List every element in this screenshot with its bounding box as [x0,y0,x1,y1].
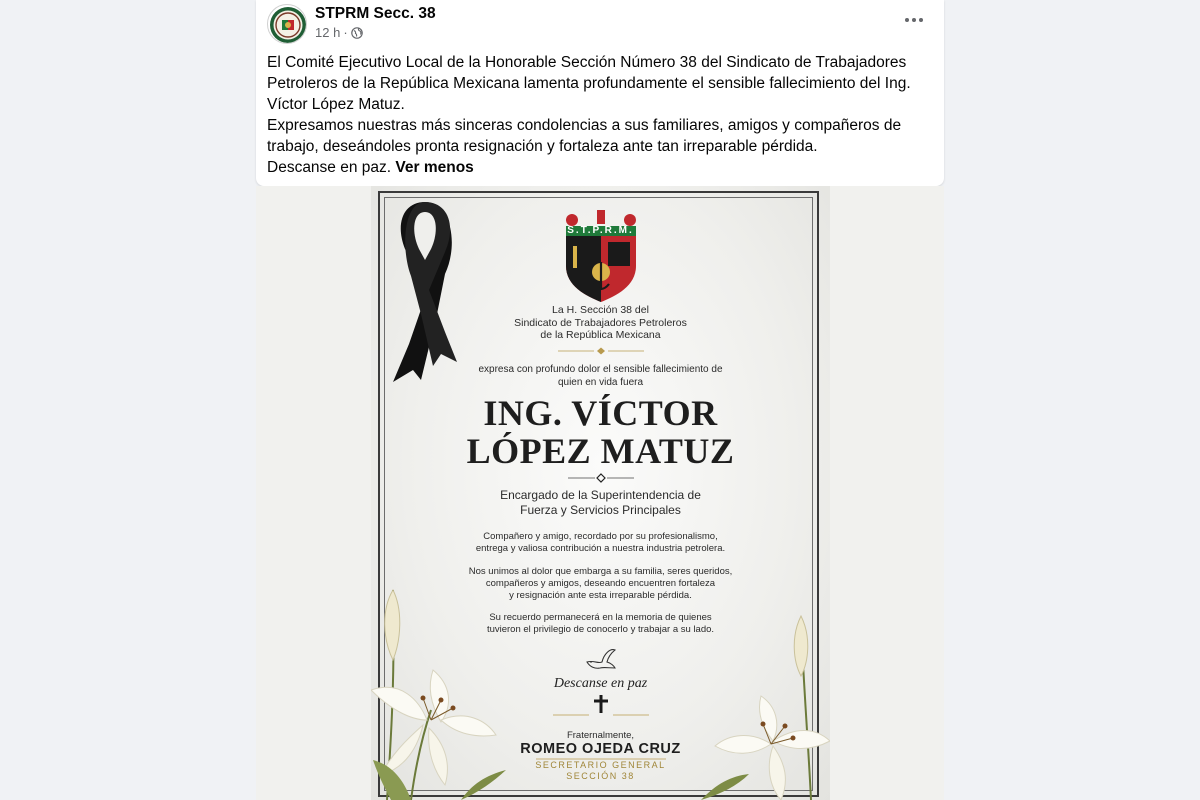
lily-bouquet-right [701,614,830,800]
diamond-divider [371,473,830,483]
ornament-divider [371,347,830,355]
rip-line: Descanse en paz. [267,159,392,176]
post-paragraph-3: Descanse en paz. Ver menos [267,157,932,178]
post-text: El Comité Ejecutivo Local de la Honorabl… [267,52,932,178]
card-header-line: La H. Sección 38 del [552,304,649,316]
lily-bouquet-left [371,588,506,800]
card-intro-line: quien en vida fuera [557,376,644,388]
stprm-emblem-icon [566,210,636,302]
card-intro-line: expresa con profundo dolor el sensible f… [478,364,723,375]
position-line: Encargado de la Superintendencia de [500,488,701,502]
meta-separator: · [343,25,348,40]
emblem-text: S.T.P.R.M. [567,225,634,236]
more-options-button[interactable] [902,10,926,30]
card-paragraph-1: Compañero y amigo, recordado por su prof… [371,531,830,555]
post-meta: 12 h · [315,25,363,40]
condolence-card: S.T.P.R.M. La H. Sección 38 del Sindicat… [371,186,830,800]
page-avatar[interactable] [267,4,307,44]
card-text-line: entrega y valiosa contribución a nuestra… [475,543,726,554]
deceased-name-line: LÓPEZ MATUZ [466,431,735,471]
position-line: Fuerza y Servicios Principales [520,503,681,517]
card-header-line: Sindicato de Trabajadores Petroleros [514,316,687,329]
deceased-name-line: ING. VÍCTOR [483,393,718,433]
post-paragraph-2: Expresamos nuestras más sinceras condole… [267,117,902,155]
mourning-ribbon-icon [393,202,457,382]
post-time[interactable]: 12 h [315,25,340,40]
card-text-line: Compañero y amigo, recordado por su prof… [483,531,718,542]
card-header: La H. Sección 38 del Sindicato de Trabaj… [371,304,830,342]
globe-icon[interactable] [350,26,363,39]
see-less-link[interactable]: Ver menos [395,159,473,176]
deceased-name: ING. VÍCTOR LÓPEZ MATUZ [371,394,830,470]
union-logo-icon [270,7,306,43]
more-options-icon [905,18,909,22]
card-intro: expresa con profundo dolor el sensible f… [371,364,830,389]
deceased-position: Encargado de la Superintendencia de Fuer… [371,488,830,518]
card-header-line: de la República Mexicana [540,329,661,341]
post-card: STPRM Secc. 38 12 h · El Comité Ejecutiv… [256,0,944,186]
post-image[interactable]: S.T.P.R.M. La H. Sección 38 del Sindicat… [256,186,944,800]
page-name[interactable]: STPRM Secc. 38 [315,5,436,23]
post-paragraph-1: El Comité Ejecutivo Local de la Honorabl… [267,54,911,113]
